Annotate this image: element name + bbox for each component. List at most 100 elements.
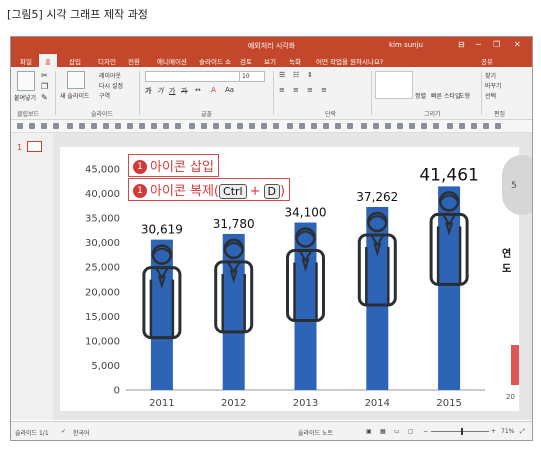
align-center-icon[interactable]: ≡ <box>293 86 299 94</box>
toolbar-icon[interactable] <box>127 123 133 129</box>
char-spacing-icon[interactable]: ↔ <box>195 86 201 94</box>
toolbar-icon[interactable] <box>323 123 329 129</box>
italic-icon[interactable]: 가 <box>157 86 163 96</box>
numbering-icon[interactable]: ☷ <box>293 71 299 79</box>
underline-icon[interactable]: 가 <box>169 86 175 96</box>
toolbar-icon[interactable] <box>299 123 305 129</box>
select-button[interactable]: 선택 <box>485 91 496 100</box>
toolbar-icon[interactable] <box>151 123 157 129</box>
zoom-slider-thumb[interactable] <box>461 428 463 435</box>
toolbar-icon[interactable] <box>175 123 181 129</box>
toolbar-icon[interactable] <box>311 123 317 129</box>
quick-styles-button[interactable]: 빠른 스타일 <box>431 91 461 100</box>
toolbar-icon[interactable] <box>201 123 207 129</box>
restore-button[interactable]: ❐ <box>493 40 500 49</box>
start-slideshow-icon[interactable] <box>53 123 59 129</box>
fit-to-window-icon[interactable]: ⤢ <box>520 428 525 436</box>
spellcheck-icon[interactable]: ✓ <box>61 428 66 435</box>
toolbar-icon[interactable] <box>495 123 501 129</box>
slideshow-view-icon[interactable]: ▢ <box>408 428 414 435</box>
slide-thumbnail[interactable] <box>27 141 42 152</box>
toolbar-icon[interactable] <box>139 123 145 129</box>
toolbar-icon[interactable] <box>225 123 231 129</box>
layout-button[interactable]: 레이아웃 <box>99 71 121 80</box>
toolbar-icon[interactable] <box>385 123 391 129</box>
tab-animations[interactable]: 애니메이션 <box>157 56 187 66</box>
tab-review[interactable]: 검토 <box>240 56 252 66</box>
tab-file[interactable]: 파일 <box>20 56 32 66</box>
share-button[interactable]: 공유 <box>481 56 493 66</box>
toolbar-icon[interactable] <box>213 123 219 129</box>
toolbar-icon[interactable] <box>459 123 465 129</box>
bold-icon[interactable]: 가 <box>145 86 151 96</box>
font-name-select[interactable] <box>145 71 241 82</box>
zoom-slider[interactable] <box>431 431 489 432</box>
new-slide-button[interactable]: 새 슬라이드 <box>60 91 90 100</box>
minimize-button[interactable]: ─ <box>476 40 481 49</box>
toolbar-icon[interactable] <box>115 123 121 129</box>
notes-button[interactable]: 슬라이드 노트 <box>298 428 333 437</box>
format-painter-icon[interactable]: ✎ <box>41 93 48 102</box>
tab-record[interactable]: 녹화 <box>289 56 301 66</box>
toolbar-icon[interactable] <box>273 123 279 129</box>
shapes-gallery[interactable] <box>375 71 413 99</box>
normal-view-icon[interactable]: ▣ <box>366 428 372 435</box>
justify-icon[interactable]: ≡ <box>321 86 327 94</box>
slide-sorter-icon[interactable]: ▦ <box>380 428 386 435</box>
tab-slideshow[interactable]: 슬라이드 쇼 <box>199 56 231 66</box>
redo-icon[interactable] <box>41 123 47 129</box>
find-button[interactable]: 찾기 <box>485 71 496 80</box>
ribbon-display-icon[interactable]: ⊟ <box>458 40 465 49</box>
change-case-icon[interactable]: Aa <box>225 86 234 94</box>
toolbar-icon[interactable] <box>433 123 439 129</box>
copy-icon[interactable]: ❐ <box>41 82 48 91</box>
toolbar-icon[interactable] <box>335 123 341 129</box>
font-color-icon[interactable]: A <box>211 86 216 94</box>
toolbar-icon[interactable] <box>163 123 169 129</box>
reset-button[interactable]: 다시 설정 <box>99 81 123 90</box>
toolbar-icon[interactable] <box>447 123 453 129</box>
reading-view-icon[interactable]: ▭ <box>394 428 400 435</box>
toolbar-icon[interactable] <box>409 123 415 129</box>
line-spacing-icon[interactable]: ⇕ <box>307 71 313 79</box>
replace-button[interactable]: 바꾸기 <box>485 81 502 90</box>
tab-view[interactable]: 보기 <box>264 56 276 66</box>
toolbar-icon[interactable] <box>347 123 353 129</box>
tab-insert[interactable]: 삽입 <box>69 56 81 66</box>
toolbar-icon[interactable] <box>91 123 97 129</box>
cut-icon[interactable]: ✂ <box>41 71 48 80</box>
section-button[interactable]: 구역 <box>99 91 110 100</box>
toolbar-icon[interactable] <box>483 123 489 129</box>
toolbar-icon[interactable] <box>287 123 293 129</box>
align-right-icon[interactable]: ≡ <box>307 86 313 94</box>
zoom-out-icon[interactable]: − <box>423 428 428 435</box>
zoom-in-icon[interactable]: + <box>491 428 496 435</box>
toolbar-icon[interactable] <box>421 123 427 129</box>
align-left-icon[interactable]: ≡ <box>279 86 285 94</box>
close-button[interactable]: ✕ <box>514 40 521 49</box>
undo-icon[interactable] <box>29 123 35 129</box>
toolbar-icon[interactable] <box>471 123 477 129</box>
toolbar-icon[interactable] <box>397 123 403 129</box>
toolbar-icon[interactable] <box>261 123 267 129</box>
toolbar-icon[interactable] <box>79 123 85 129</box>
tell-me-search[interactable]: 어떤 작업을 원하시나요? <box>316 56 383 66</box>
toolbar-icon[interactable] <box>361 123 367 129</box>
new-slide-icon[interactable] <box>67 71 85 89</box>
toolbar-icon[interactable] <box>249 123 255 129</box>
arrange-button[interactable]: 정렬 <box>415 91 426 100</box>
save-icon[interactable] <box>17 123 23 129</box>
toolbar-icon[interactable] <box>189 123 195 129</box>
user-name[interactable]: kim sunju <box>389 41 423 49</box>
toolbar-icon[interactable] <box>103 123 109 129</box>
toolbar-icon[interactable] <box>373 123 379 129</box>
font-size-select[interactable]: 10 <box>239 71 265 82</box>
toolbar-icon[interactable] <box>67 123 73 129</box>
language-indicator[interactable]: 한국어 <box>73 428 90 437</box>
paste-button-label[interactable]: 붙여넣기 <box>14 93 36 102</box>
bullets-icon[interactable]: ☰ <box>279 71 285 79</box>
paste-icon[interactable] <box>17 71 35 91</box>
tab-transitions[interactable]: 전환 <box>128 56 140 66</box>
strikethrough-icon[interactable]: 가 <box>181 86 187 96</box>
zoom-level[interactable]: 71% <box>501 428 514 435</box>
